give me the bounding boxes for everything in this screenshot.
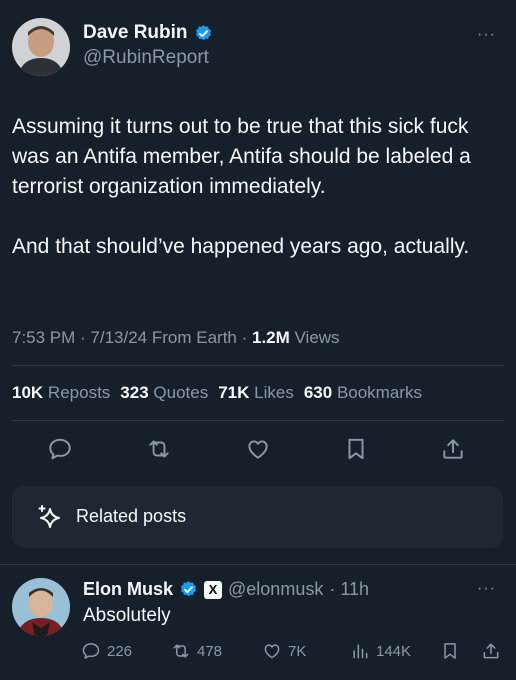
tweet-text-paragraph-2: And that should’ve happened years ago, a… <box>12 235 470 258</box>
author-handle[interactable]: @RubinReport <box>83 47 209 69</box>
reply-text: Absolutely <box>83 605 171 626</box>
reply-icon[interactable] <box>47 436 73 462</box>
divider <box>12 365 504 366</box>
views-label: Views <box>289 328 340 347</box>
reply-share-icon[interactable] <box>481 641 501 661</box>
repost-icon[interactable] <box>146 436 172 462</box>
tweet-text-paragraph-1: Assuming it turns out to be true that th… <box>12 115 471 198</box>
bookmarks-stat[interactable]: 630 Bookmarks <box>304 383 422 403</box>
author-avatar[interactable] <box>12 18 70 76</box>
more-options-icon[interactable]: ··· <box>477 26 496 44</box>
views-count: 1.2M <box>251 328 290 347</box>
reply-icon <box>82 643 100 659</box>
author-name[interactable]: Dave Rubin <box>83 22 188 44</box>
reply-author-avatar[interactable] <box>12 578 70 636</box>
divider <box>0 564 516 565</box>
reply-replies-count: 226 <box>107 642 133 660</box>
x-affiliation-badge: X <box>204 580 223 599</box>
verified-badge-icon <box>180 581 197 597</box>
repost-icon <box>173 644 189 658</box>
like-icon[interactable] <box>245 436 271 462</box>
views-chart-icon <box>353 644 368 659</box>
reply-views-count: 144K <box>376 642 412 660</box>
reply-views-action[interactable]: 144K <box>350 641 411 661</box>
likes-stat[interactable]: 71K Likes <box>218 383 294 403</box>
reply-author-handle[interactable]: @elonmusk <box>228 579 323 600</box>
related-posts-label: Related posts <box>76 506 187 526</box>
reply-reposts-count: 478 <box>197 642 223 660</box>
like-icon <box>264 644 280 659</box>
reply-repost-action[interactable]: 478 <box>171 641 222 661</box>
reposts-stat[interactable]: 10K Reposts <box>12 383 110 403</box>
engagement-stats: 10K Reposts 323 Quotes 71K Likes 630 Boo… <box>12 383 422 403</box>
verified-badge-icon <box>195 24 211 40</box>
reply-timestamp[interactable]: · 11h <box>329 579 369 600</box>
quotes-stat[interactable]: 323 Quotes <box>120 383 208 403</box>
reply-more-options-icon[interactable]: ··· <box>477 580 496 598</box>
tweet-meta: 7:53 PM · 7/13/24 From Earth · 1.2M View… <box>12 328 340 348</box>
share-icon[interactable] <box>440 436 466 462</box>
reply-likes-count: 7K <box>288 642 307 660</box>
reply-author-name[interactable]: Elon Musk <box>83 579 173 600</box>
bookmark-icon[interactable] <box>343 436 369 462</box>
sparkle-icon <box>38 505 60 528</box>
reply-bookmark-icon[interactable] <box>440 641 460 661</box>
reply-reply-action[interactable]: 226 <box>81 641 132 661</box>
tweet-timestamp[interactable]: 7:53 PM · 7/13/24 From Earth · <box>12 328 252 347</box>
divider <box>12 420 504 421</box>
reply-like-action[interactable]: 7K <box>262 641 306 661</box>
